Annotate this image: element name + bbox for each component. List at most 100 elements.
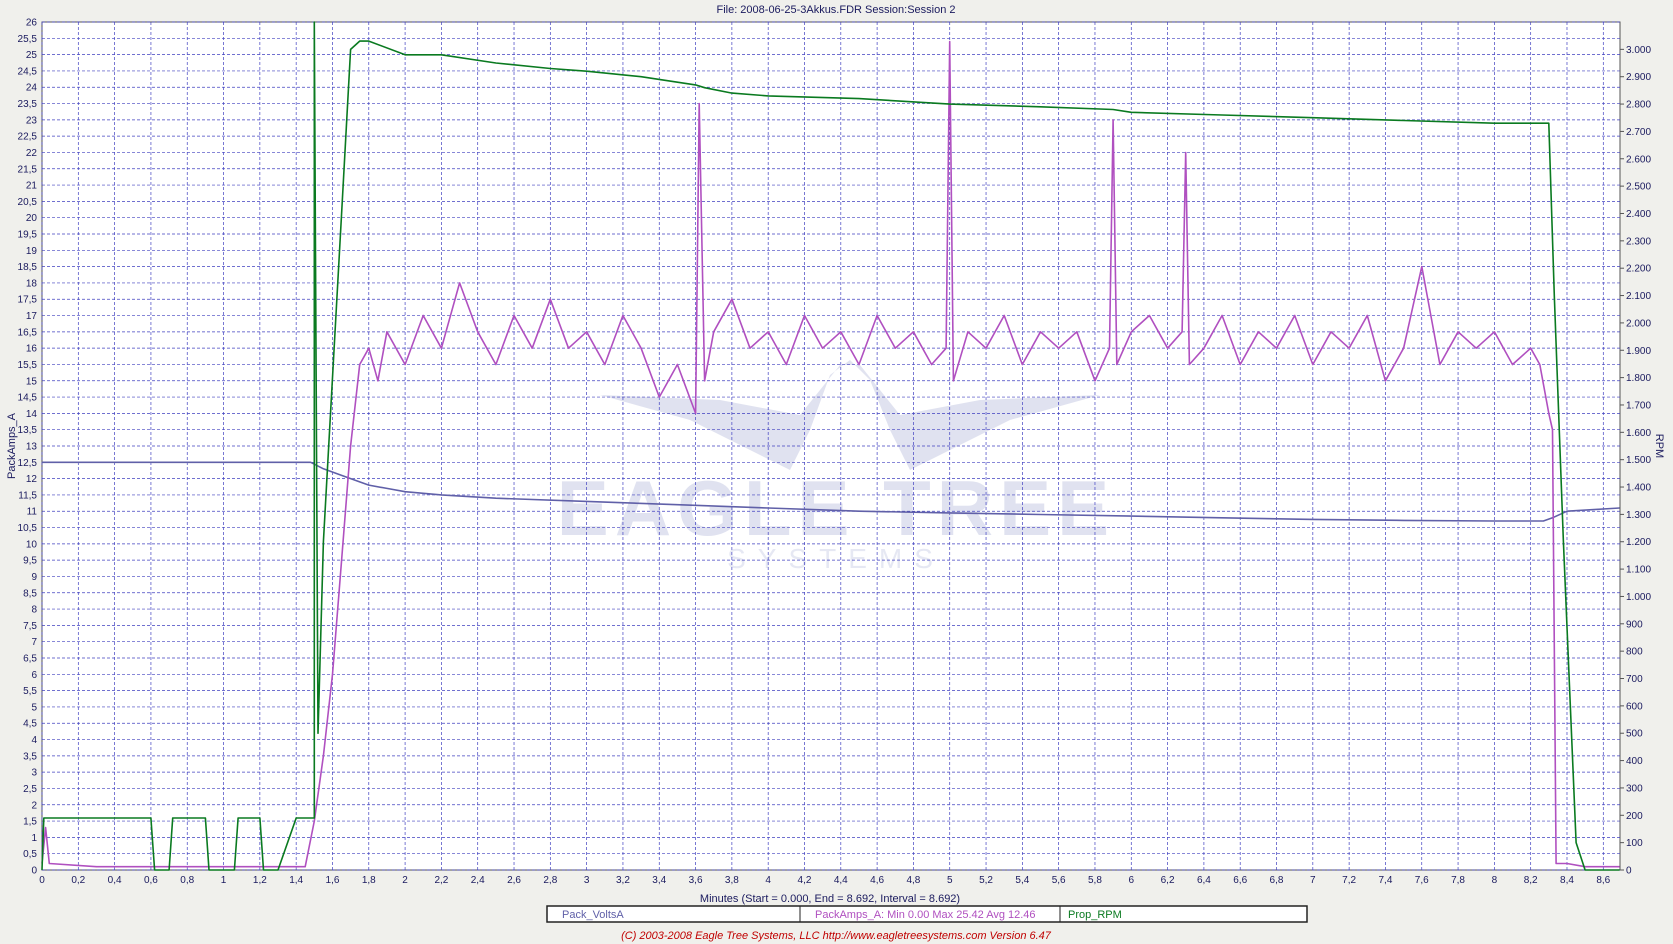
y-left-tick-label: 15	[26, 376, 38, 387]
x-tick-label: 3	[584, 875, 590, 886]
footer-copyright: (C) 2003-2008 Eagle Tree Systems, LLC ht…	[621, 930, 1052, 942]
y-left-tick-label: 18,5	[18, 262, 38, 273]
x-tick-label: 4,6	[870, 875, 884, 886]
y-left-tick-label: 3	[31, 768, 37, 779]
x-tick-label: 1,8	[362, 875, 376, 886]
y-right-tick-label: 1.900	[1626, 346, 1651, 357]
y-left-tick-label: 5,5	[23, 686, 37, 697]
y-left-tick-label: 8	[31, 605, 37, 616]
x-tick-label: 5,8	[1088, 875, 1102, 886]
x-tick-label: 7,4	[1378, 875, 1392, 886]
x-tick-label: 5,4	[1015, 875, 1029, 886]
y-left-tick-label: 4,5	[23, 719, 37, 730]
y-left-tick-label: 6	[31, 670, 37, 681]
y-left-tick-label: 12	[26, 474, 38, 485]
y-left-tick-label: 21,5	[18, 164, 38, 175]
y-left-tick-label: 2	[31, 800, 37, 811]
x-tick-label: 4,4	[834, 875, 848, 886]
x-tick-label: 6,2	[1161, 875, 1175, 886]
y-left-tick-label: 8,5	[23, 588, 37, 599]
x-tick-label: 8,6	[1596, 875, 1610, 886]
y-right-tick-label: 2.200	[1626, 264, 1651, 275]
x-tick-label: 0,2	[71, 875, 85, 886]
x-tick-label: 0,8	[180, 875, 194, 886]
y-left-axis-label: PackAmps_A	[6, 412, 18, 479]
y-right-tick-label: 2.400	[1626, 209, 1651, 220]
y-left-tick-label: 1	[31, 833, 37, 844]
x-tick-label: 4,8	[906, 875, 920, 886]
y-left-tick-label: 12,5	[18, 458, 38, 469]
x-tick-label: 3,6	[689, 875, 703, 886]
y-left-tick-label: 22	[26, 148, 38, 159]
y-left-tick-label: 14,5	[18, 393, 38, 404]
y-left-tick-label: 26	[26, 18, 38, 29]
x-tick-label: 7,2	[1342, 875, 1356, 886]
y-left-tick-label: 11,5	[18, 490, 37, 501]
y-right-tick-label: 1.300	[1626, 510, 1651, 521]
watermark-line2: SYSTEMS	[727, 543, 945, 574]
y-right-tick-label: 1.800	[1626, 373, 1651, 384]
y-right-tick-label: 500	[1626, 729, 1643, 740]
y-right-tick-label: 2.500	[1626, 182, 1651, 193]
y-right-tick-label: 900	[1626, 619, 1643, 630]
watermark-line1: EAGLE TREE	[557, 464, 1115, 552]
legend: Pack_VoltsA PackAmps_A: Min 0.00 Max 25.…	[546, 905, 1308, 923]
x-tick-label: 3,4	[652, 875, 666, 886]
y-left-tick-label: 17,5	[18, 295, 38, 306]
x-tick-label: 7,8	[1451, 875, 1465, 886]
y-right-tick-label: 800	[1626, 647, 1643, 658]
y-right-tick-label: 0	[1626, 866, 1632, 877]
x-tick-label: 5	[947, 875, 953, 886]
y-left-tick-label: 0,5	[23, 849, 37, 860]
legend-amps: PackAmps_A: Min 0.00 Max 25.42 Avg 12.46	[815, 909, 1036, 921]
y-right-tick-label: 3.000	[1626, 45, 1651, 56]
y-left-tick-label: 23	[26, 115, 38, 126]
x-tick-label: 8	[1492, 875, 1498, 886]
y-right-tick-label: 300	[1626, 783, 1643, 794]
chart: File: 2008-06-25-3Akkus.FDR Session:Sess…	[6, 4, 1665, 942]
y-left-tick-label: 20,5	[18, 197, 38, 208]
y-left-tick-label: 2,5	[23, 784, 37, 795]
y-left-tick-label: 10,5	[18, 523, 38, 534]
y-left-tick-label: 6,5	[23, 654, 37, 665]
y-left-tick-label: 1,5	[23, 817, 37, 828]
y-right-tick-label: 1.100	[1626, 565, 1651, 576]
y-left-tick-label: 16	[26, 344, 38, 355]
y-right-tick-label: 1.600	[1626, 428, 1651, 439]
x-tick-label: 3,8	[725, 875, 739, 886]
x-tick-label: 7,6	[1415, 875, 1429, 886]
x-tick-label: 1,4	[289, 875, 303, 886]
y-right-tick-label: 1.000	[1626, 592, 1651, 603]
x-tick-label: 7	[1310, 875, 1316, 886]
y-left-tick-label: 19	[26, 246, 38, 257]
y-left-tick-label: 4	[31, 735, 37, 746]
x-tick-label: 0	[39, 875, 45, 886]
x-tick-label: 0,6	[144, 875, 158, 886]
legend-rpm: Prop_RPM	[1068, 909, 1122, 921]
y-left-tick-label: 0	[31, 866, 37, 877]
chart-title: File: 2008-06-25-3Akkus.FDR Session:Sess…	[716, 4, 955, 16]
x-tick-label: 6,6	[1233, 875, 1247, 886]
x-tick-label: 1,2	[253, 875, 267, 886]
x-tick-label: 2,8	[543, 875, 557, 886]
y-left-tick-label: 13,5	[18, 425, 38, 436]
y-right-tick-label: 2.700	[1626, 127, 1651, 138]
x-tick-label: 2,6	[507, 875, 521, 886]
y-right-tick-label: 1.500	[1626, 455, 1651, 466]
y-left-tick-label: 14	[26, 409, 38, 420]
y-left-tick-label: 25	[26, 50, 38, 61]
y-right-tick-label: 2.800	[1626, 100, 1651, 111]
y-left-tick-label: 7,5	[23, 621, 37, 632]
y-left-tick-label: 11	[27, 507, 38, 518]
y-right-tick-label: 2.600	[1626, 154, 1651, 165]
y-right-tick-label: 600	[1626, 701, 1643, 712]
y-right-tick-label: 700	[1626, 674, 1643, 685]
y-left-tick-label: 13	[26, 442, 38, 453]
y-right-tick-label: 2.900	[1626, 72, 1651, 83]
y-left-tick-label: 19,5	[18, 230, 38, 241]
y-right-tick-label: 1.400	[1626, 483, 1651, 494]
x-tick-label: 1	[221, 875, 227, 886]
y-right-tick-label: 2.100	[1626, 291, 1651, 302]
y-right-tick-label: 1.200	[1626, 537, 1651, 548]
y-left-tick-label: 22,5	[18, 132, 38, 143]
